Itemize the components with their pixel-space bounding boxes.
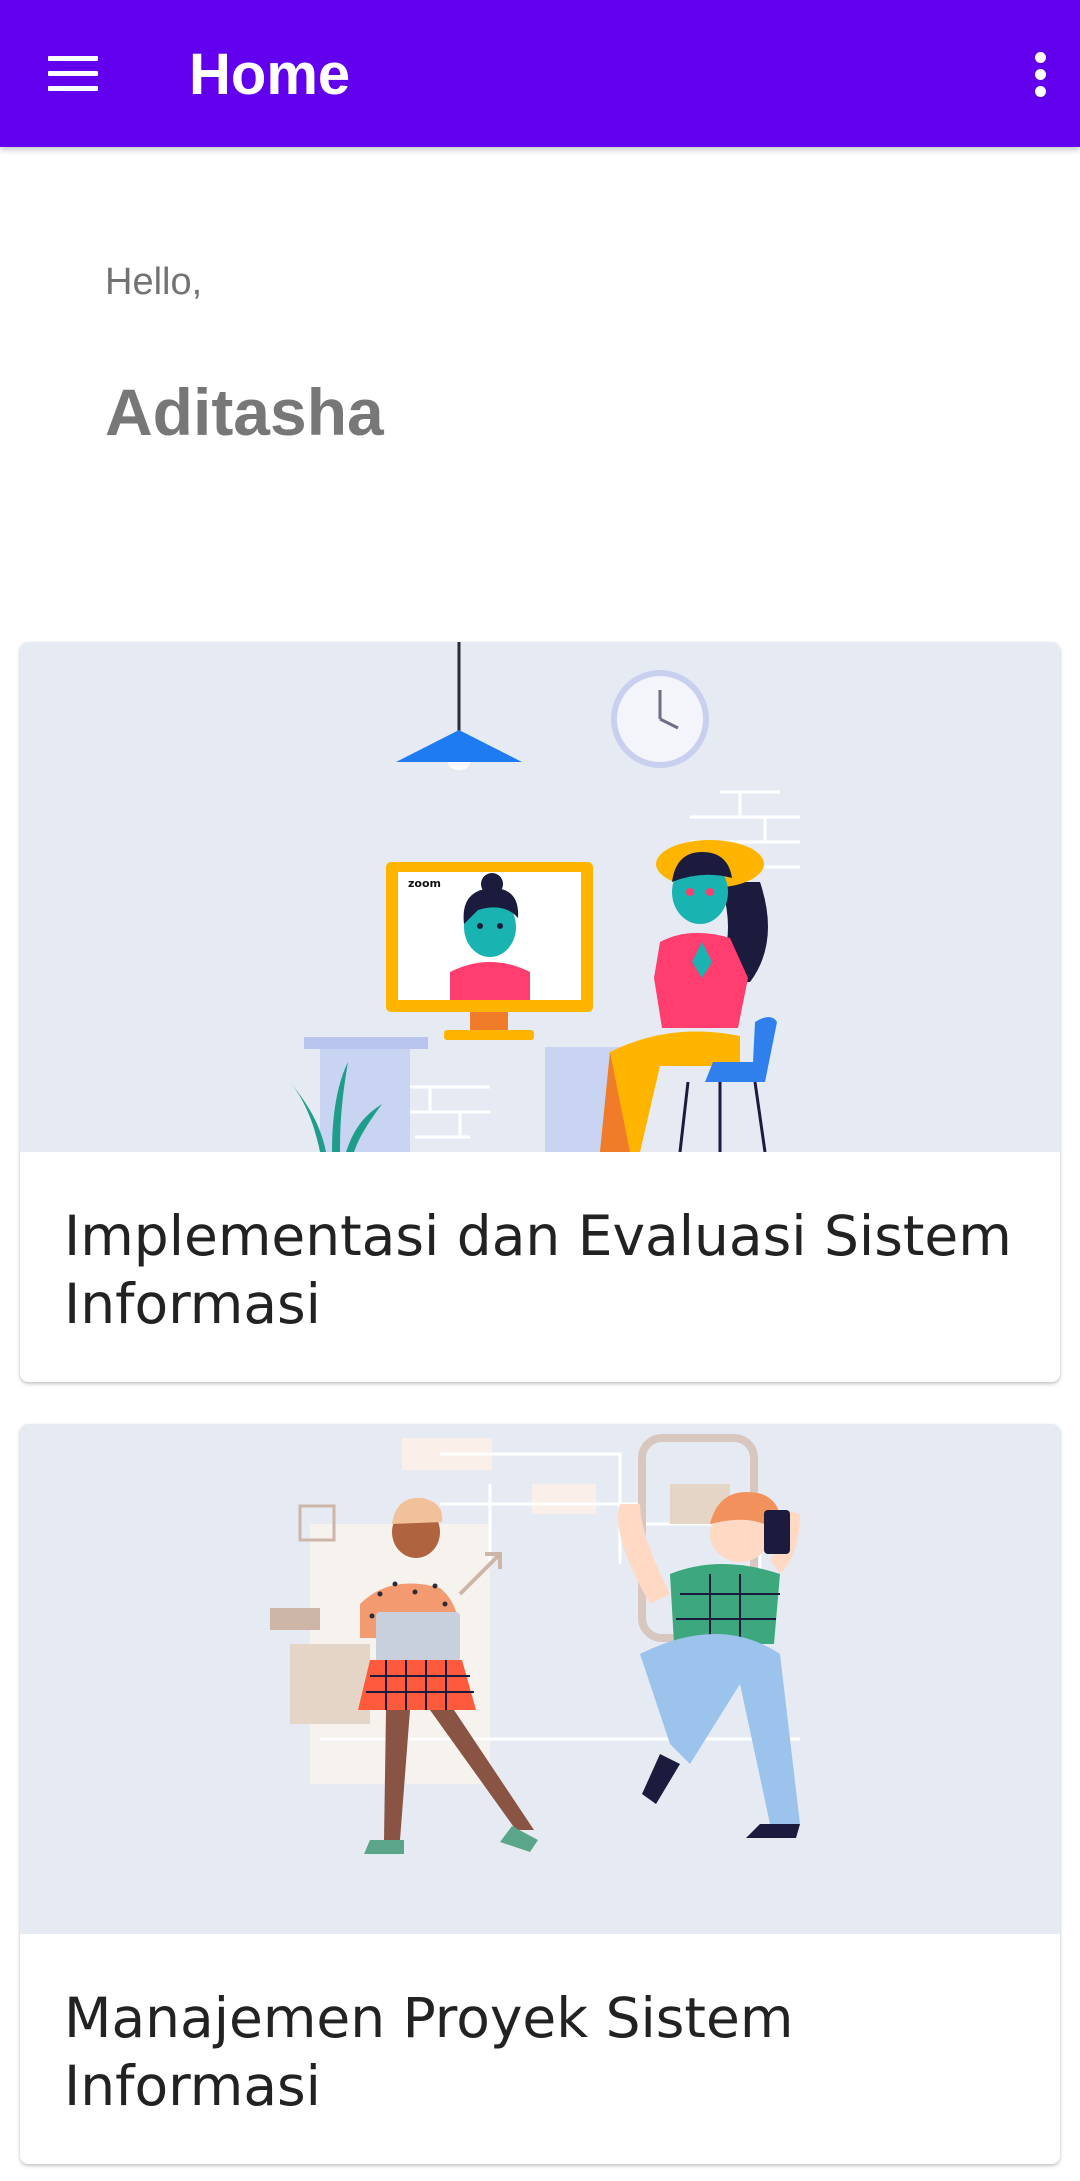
team-collaboration-illustration <box>20 1424 1060 1934</box>
course-title: Implementasi dan Evaluasi Sistem Informa… <box>64 1204 1012 1336</box>
greeting-text: Hello, <box>105 261 203 303</box>
hamburger-menu-icon[interactable] <box>22 30 124 118</box>
monitor-label: zoom <box>408 877 441 890</box>
more-vertical-icon[interactable] <box>1008 30 1072 118</box>
app-bar: Home <box>0 0 1080 147</box>
course-card[interactable]: zoom Implementasi dan Evaluasi Sistem In… <box>20 642 1060 1382</box>
course-card[interactable]: Manajemen Proyek Sistem Informasi <box>20 1424 1060 2164</box>
video-call-illustration: zoom <box>20 642 1060 1152</box>
course-title: Manajemen Proyek Sistem Informasi <box>64 1986 794 2118</box>
page-title: Home <box>189 42 351 107</box>
user-name: Aditasha <box>105 375 384 449</box>
